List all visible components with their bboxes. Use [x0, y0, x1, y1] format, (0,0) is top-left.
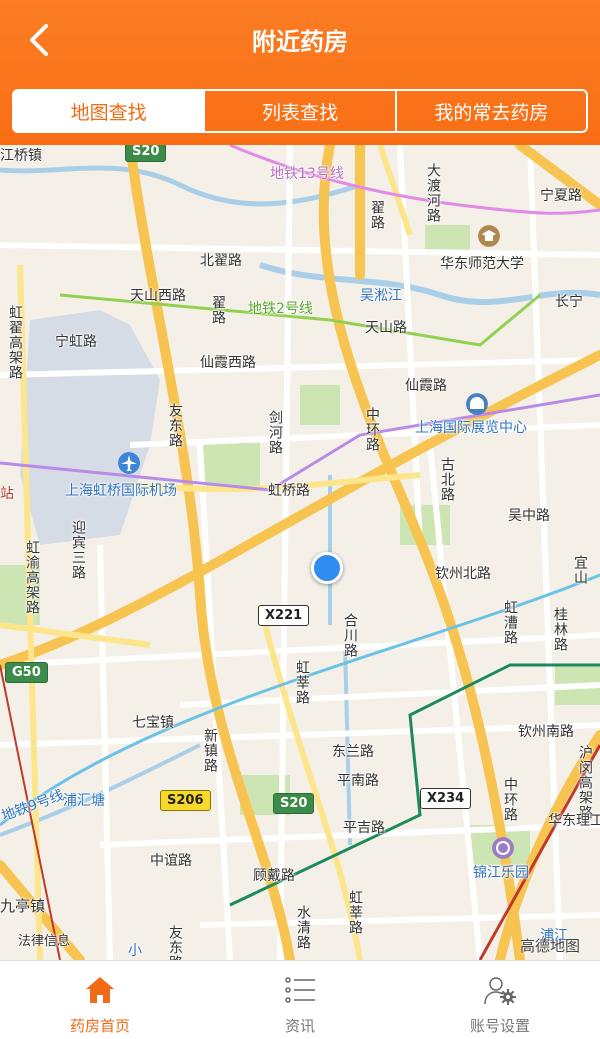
- highway-shield: S206: [160, 790, 211, 811]
- map-label: 地铁2号线: [248, 301, 313, 317]
- highway-shield: S20: [125, 145, 167, 162]
- bottom-tab-bar: 药房首页 资讯 账号设置: [0, 960, 600, 1039]
- map-label: 迎宾三路: [70, 520, 86, 580]
- map-label: 上海虹桥国际机场: [65, 483, 177, 499]
- map-label: 友东路: [167, 403, 183, 448]
- tab-label: 账号设置: [469, 1017, 530, 1035]
- map-label: 平吉路: [343, 820, 385, 836]
- map-label: 剑河路: [267, 410, 283, 455]
- map-label: 东兰路: [332, 744, 374, 760]
- map-label: 七宝镇: [132, 715, 174, 731]
- tab-frequent-pharmacies[interactable]: 我的常去药房: [394, 91, 586, 131]
- map-label: 吴中路: [508, 508, 550, 524]
- map-label: 仙霞西路: [200, 355, 256, 371]
- map-label: 华东理工: [548, 813, 600, 829]
- map-label: 九亭镇: [0, 897, 46, 915]
- current-location-marker: [311, 552, 343, 584]
- map-label: 中谊路: [150, 853, 192, 869]
- map-label: 小: [128, 943, 142, 959]
- tab-map-search[interactable]: 地图查找: [14, 91, 204, 131]
- map-label: 北翟路: [200, 253, 242, 269]
- map-label: 桂林路: [552, 607, 568, 652]
- map-label: 平南路: [337, 773, 379, 789]
- tab-list-search[interactable]: 列表查找: [203, 91, 394, 131]
- map-label: 华东师范大学: [440, 256, 524, 272]
- map-label: 宁夏路: [540, 188, 582, 204]
- map-label: 虹漕路: [502, 600, 518, 645]
- map-label: 钦州南路: [518, 724, 574, 740]
- map-label: 宁虹路: [55, 334, 97, 350]
- map-label: 顾戴路: [253, 868, 295, 884]
- tab-news[interactable]: 资讯: [200, 961, 400, 1039]
- user-settings-icon: [484, 977, 516, 1005]
- map-label: 虹渝高架路: [24, 540, 40, 615]
- map-label: 天山路: [365, 320, 407, 336]
- map-label: 钦州北路: [435, 566, 491, 582]
- amusement-park-icon: [492, 837, 514, 859]
- home-icon: [86, 977, 114, 1003]
- tab-label: 药房首页: [69, 1017, 130, 1035]
- tab-account-settings[interactable]: 账号设置: [400, 961, 600, 1039]
- airport-icon: [118, 452, 140, 474]
- map-label: 水清路: [295, 905, 311, 950]
- highway-shield: G50: [5, 662, 48, 683]
- map-view[interactable]: 江桥镇 地铁13号线 大渡河路 宁夏路 华东师范大学 翟路 北翟路 天山西路 地…: [0, 145, 600, 960]
- map-label: 中环路: [364, 407, 380, 452]
- map-label: 虹莘路: [294, 660, 310, 705]
- map-label: 中环路: [502, 777, 518, 822]
- map-label: 天山西路: [130, 288, 186, 304]
- map-label: 浦汇塘: [63, 793, 105, 809]
- search-mode-segmented-control: 地图查找 列表查找 我的常去药房: [12, 89, 588, 133]
- highway-shield: S20: [273, 793, 315, 814]
- tab-label: 资讯: [284, 1017, 315, 1035]
- map-label: 上海国际展览中心: [415, 420, 527, 436]
- university-icon: [478, 225, 500, 247]
- map-label: 站: [0, 486, 14, 502]
- map-label: 宜山: [572, 555, 588, 585]
- map-label: 虹桥路: [268, 483, 310, 499]
- map-label: 锦江乐园: [473, 865, 529, 881]
- map-label: 仙霞路: [405, 378, 447, 394]
- map-label: 友东路: [167, 925, 183, 960]
- map-label: 翟路: [210, 295, 226, 325]
- map-label: 沪闵高架路: [577, 745, 593, 820]
- tab-pharmacy-home[interactable]: 药房首页: [0, 961, 200, 1039]
- map-label: 新镇路: [202, 728, 218, 773]
- header-bar: 附近药房 地图查找 列表查找 我的常去药房: [0, 0, 600, 145]
- map-label: 大渡河路: [425, 163, 441, 223]
- page-title: 附近药房: [252, 28, 348, 56]
- map-label: 吴淞江: [360, 288, 402, 304]
- map-attribution: 高德地图: [520, 937, 581, 955]
- map-label: 合川路: [342, 613, 358, 658]
- map-label: 长宁: [555, 294, 583, 310]
- map-label: 翟路: [369, 200, 385, 230]
- highway-shield: X234: [420, 788, 472, 809]
- map-label: 江桥镇: [0, 148, 42, 164]
- exhibition-icon: [466, 393, 488, 415]
- map-label: 地铁13号线: [270, 166, 344, 182]
- map-label: 古北路: [439, 457, 455, 502]
- highway-shield: X221: [258, 605, 310, 626]
- map-label: 虹翟高架路: [7, 305, 23, 380]
- list-icon: [285, 977, 315, 1003]
- map-label: 法律信息: [18, 934, 71, 949]
- map-label: 虹莘路: [347, 890, 363, 935]
